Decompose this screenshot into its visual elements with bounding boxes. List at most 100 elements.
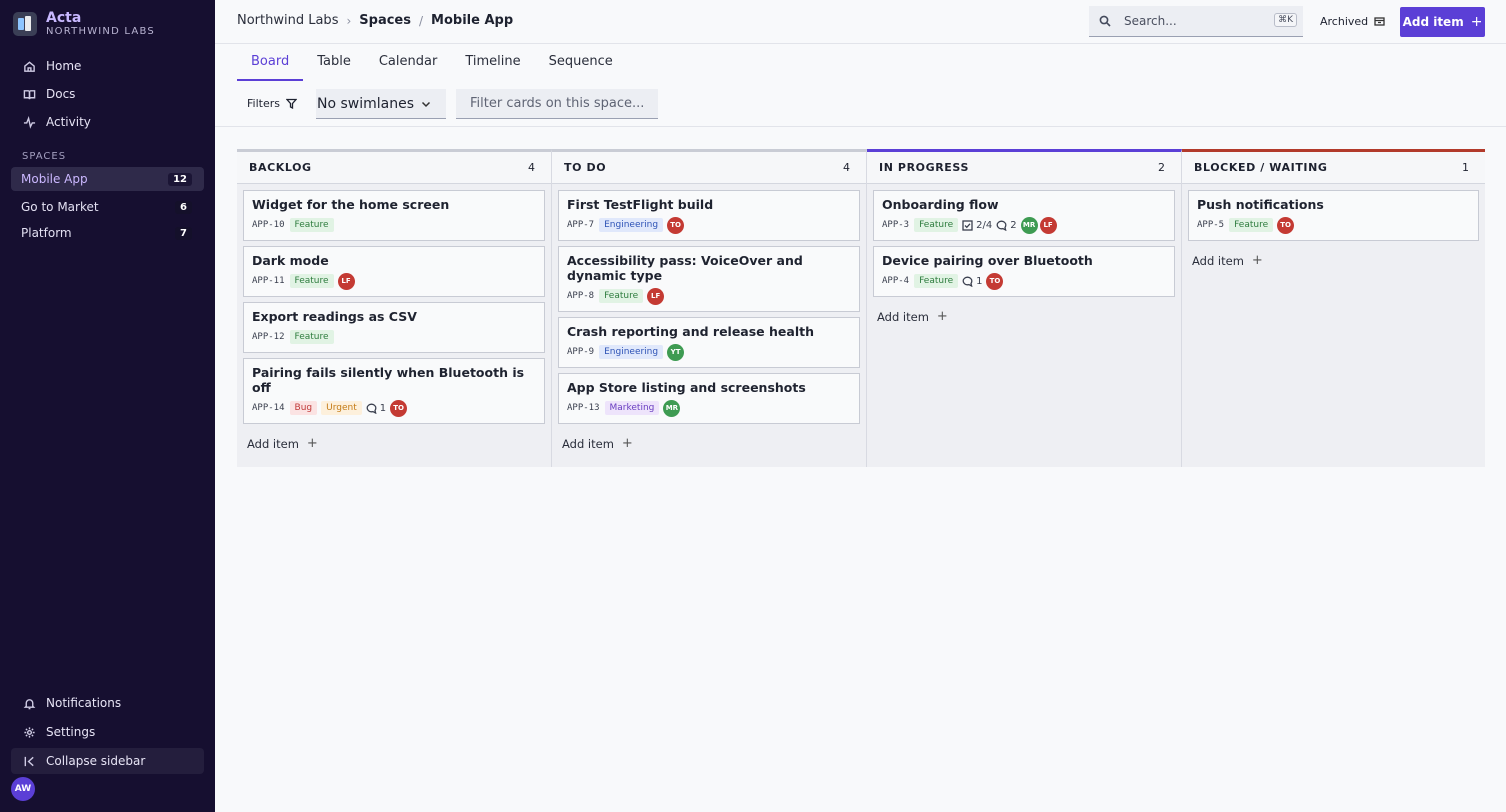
- filter-cards-input[interactable]: Filter cards on this space...: [456, 89, 658, 119]
- brand[interactable]: Acta NORTHWIND LABS: [13, 10, 155, 38]
- board-column: BLOCKED / WAITING 1 Push notifications APP-…: [1182, 149, 1485, 467]
- column-header[interactable]: IN PROGRESS 2: [867, 152, 1181, 184]
- tab-sequence[interactable]: Sequence: [535, 45, 627, 81]
- board-card[interactable]: App Store listing and screenshots APP-13 M…: [558, 373, 860, 424]
- card-meta: APP-9 Engineering YT: [567, 343, 851, 361]
- tab-board[interactable]: Board: [237, 45, 304, 81]
- space-item-label: Mobile App: [21, 172, 88, 186]
- board-card[interactable]: Dark mode APP-11 Feature LF: [243, 246, 545, 297]
- card-key: APP-13: [567, 403, 600, 413]
- sidebar-item-label: Home: [46, 59, 82, 73]
- board-column: BACKLOG 4 Widget for the home screen APP-10…: [237, 149, 552, 467]
- board-card[interactable]: Device pairing over Bluetooth APP-4 Featur…: [873, 246, 1175, 297]
- board-card[interactable]: First TestFlight build APP-7 Engineering TO: [558, 190, 860, 241]
- sidebar-item-docs[interactable]: Docs: [11, 81, 204, 107]
- board-card[interactable]: Export readings as CSV APP-12 Feature: [243, 302, 545, 353]
- collapse-sidebar-button[interactable]: Collapse sidebar: [11, 748, 204, 774]
- tab-timeline[interactable]: Timeline: [451, 45, 534, 81]
- tab-calendar[interactable]: Calendar: [365, 45, 451, 81]
- board-card[interactable]: Crash reporting and release health APP-9 E…: [558, 317, 860, 368]
- filters-button[interactable]: Filters: [247, 97, 297, 110]
- column-add-item-button[interactable]: Add item +: [237, 429, 551, 451]
- assignee-avatar[interactable]: YT: [667, 343, 685, 361]
- column-header[interactable]: BLOCKED / WAITING 1: [1182, 152, 1485, 184]
- assignee-avatar[interactable]: TO: [986, 272, 1004, 290]
- card-tag: Feature: [1229, 218, 1274, 232]
- space-item-mobile-app[interactable]: Mobile App 12: [11, 167, 204, 191]
- assignee-avatar[interactable]: MR: [1020, 216, 1038, 234]
- acta-logo-icon: [13, 12, 37, 36]
- home-icon: [24, 60, 35, 72]
- add-item-button[interactable]: Add item +: [1400, 7, 1485, 37]
- collapse-left-icon: [24, 756, 34, 766]
- comment-icon: [962, 276, 973, 287]
- card-list: Widget for the home screen APP-10 Feature D…: [237, 184, 551, 424]
- column-count: 1: [1462, 161, 1469, 174]
- assignee-avatar[interactable]: LF: [337, 272, 355, 290]
- card-title: Onboarding flow: [882, 197, 999, 212]
- card-title: Export readings as CSV: [252, 309, 417, 324]
- card-tag: Feature: [914, 218, 959, 232]
- column-add-item-button[interactable]: Add item +: [552, 429, 866, 451]
- card-tag: Feature: [599, 289, 644, 303]
- bell-icon: [23, 698, 36, 709]
- breadcrumb-spaces[interactable]: Spaces: [359, 13, 411, 28]
- column-header[interactable]: TO DO 4: [552, 152, 866, 184]
- column-add-item-button[interactable]: Add item +: [867, 302, 1181, 324]
- comment-count: 1: [976, 275, 983, 287]
- card-meta: APP-13 Marketing MR: [567, 399, 851, 417]
- space-item-platform[interactable]: Platform 7: [11, 221, 204, 245]
- sidebar-item-notifications[interactable]: Notifications: [11, 690, 204, 716]
- board-card[interactable]: Onboarding flow APP-3 Feature 2/4 2 MR LF: [873, 190, 1175, 241]
- plus-icon: +: [1251, 253, 1263, 268]
- card-meta: APP-4 Feature 1 TO: [882, 272, 1166, 290]
- user-avatar[interactable]: AW: [11, 777, 35, 801]
- column-title: BLOCKED / WAITING: [1194, 161, 1328, 174]
- card-tag: Bug: [289, 401, 318, 415]
- archived-button[interactable]: Archived: [1320, 15, 1385, 28]
- assignee-avatar[interactable]: TO: [1277, 216, 1295, 234]
- search-input[interactable]: Search... ⌘K: [1089, 6, 1303, 37]
- chevron-down-icon: [421, 101, 431, 108]
- filter-cards-placeholder: Filter cards on this space...: [470, 96, 645, 111]
- space-item-label: Platform: [21, 226, 72, 240]
- brand-org: NORTHWIND LABS: [46, 26, 155, 37]
- sidebar-item-activity[interactable]: Activity: [11, 109, 204, 135]
- add-item-label: Add item: [247, 436, 299, 451]
- card-meta: APP-12 Feature: [252, 328, 536, 346]
- assignee-avatar[interactable]: LF: [1039, 216, 1057, 234]
- comment-icon: [996, 220, 1007, 231]
- tab-table[interactable]: Table: [303, 45, 365, 81]
- assignee-avatar[interactable]: TO: [390, 399, 408, 417]
- column-title: IN PROGRESS: [879, 161, 969, 174]
- add-item-label: Add item: [562, 436, 614, 451]
- board-card[interactable]: Push notifications APP-5 Feature TO: [1188, 190, 1479, 241]
- card-tag: Engineering: [599, 218, 664, 232]
- board-card[interactable]: Accessibility pass: VoiceOver and dynami…: [558, 246, 860, 312]
- board-toolbar: Filters No swimlanes Filter cards on thi…: [215, 81, 1506, 127]
- column-add-item-button[interactable]: Add item +: [1182, 246, 1485, 268]
- search-shortcut: ⌘K: [1274, 13, 1297, 27]
- assignee-avatar[interactable]: TO: [667, 216, 685, 234]
- column-count: 2: [1158, 161, 1165, 174]
- spaces-section-label: SPACES: [22, 151, 67, 162]
- card-meta: APP-14 Bug Urgent 1 TO: [252, 399, 536, 417]
- board-card[interactable]: Pairing fails silently when Bluetooth is…: [243, 358, 545, 424]
- assignee-avatar[interactable]: LF: [647, 287, 665, 305]
- add-item-label: Add item: [1402, 15, 1464, 29]
- card-comments: 1: [366, 403, 386, 414]
- column-header[interactable]: BACKLOG 4: [237, 152, 551, 184]
- swimlanes-select[interactable]: No swimlanes: [316, 89, 446, 119]
- sidebar-item-home[interactable]: Home: [11, 53, 204, 79]
- board-column: TO DO 4 First TestFlight build APP-7 Enginee…: [552, 149, 867, 467]
- sidebar: Acta NORTHWIND LABS Home Docs Activity S…: [0, 0, 215, 812]
- assignee-avatar[interactable]: MR: [663, 399, 681, 417]
- card-checklist: 2/4: [962, 220, 992, 231]
- sidebar-item-settings[interactable]: Settings: [11, 719, 204, 745]
- card-title: Pairing fails silently when Bluetooth is…: [252, 365, 525, 395]
- card-key: APP-8: [567, 291, 595, 301]
- brand-name: Acta: [46, 10, 82, 26]
- space-item-go-to-market[interactable]: Go to Market 6: [11, 195, 204, 219]
- breadcrumb-org[interactable]: Northwind Labs: [237, 13, 338, 28]
- board-card[interactable]: Widget for the home screen APP-10 Feature: [243, 190, 545, 241]
